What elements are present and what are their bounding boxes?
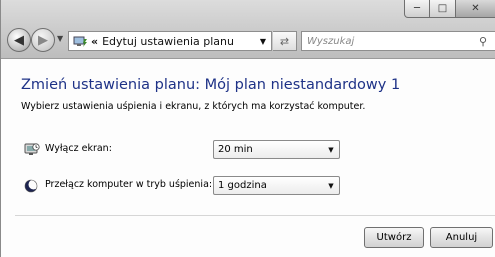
close-button[interactable]: ✕	[456, 0, 495, 18]
window-chrome: ─ □ ✕ ◀ ▶ ▼ « Edytuj ustawienia planu ▼ …	[1, 0, 495, 59]
address-dropdown-icon[interactable]: ▼	[255, 37, 271, 46]
window: ─ □ ✕ ◀ ▶ ▼ « Edytuj ustawienia planu ▼ …	[0, 0, 495, 257]
search-input[interactable]	[302, 34, 479, 48]
chevron-down-icon: ▼	[328, 181, 334, 190]
maximize-button[interactable]: □	[430, 0, 456, 18]
divider	[15, 215, 495, 216]
display-icon	[24, 142, 40, 156]
refresh-icon: ⇄	[279, 34, 290, 48]
breadcrumb-chevron[interactable]: «	[91, 35, 98, 48]
turn-off-display-select[interactable]: 20 min ▼	[213, 140, 340, 159]
sleep-value: 1 godzina	[218, 180, 267, 191]
minimize-icon: ─	[413, 3, 421, 14]
turn-off-display-label: Wyłącz ekran:	[45, 143, 112, 154]
caption-buttons: ─ □ ✕	[404, 0, 495, 18]
refresh-button[interactable]: ⇄	[273, 31, 297, 51]
search-box[interactable]: ⚲	[301, 31, 495, 51]
forward-arrow-icon: ▶	[38, 32, 48, 48]
chevron-down-icon: ▼	[57, 34, 64, 43]
search-icon[interactable]: ⚲	[479, 35, 493, 48]
back-button[interactable]: ◀	[7, 28, 31, 52]
main-content: Zmień ustawienia planu: Mój plan niestan…	[1, 58, 495, 257]
sleep-select[interactable]: 1 godzina ▼	[213, 176, 340, 195]
sleep-moon-icon	[24, 178, 40, 193]
chevron-down-icon: ▼	[328, 145, 334, 154]
back-arrow-icon: ◀	[14, 32, 24, 48]
cancel-button[interactable]: Anuluj	[430, 227, 493, 248]
forward-button[interactable]: ▶	[31, 28, 55, 52]
page-title: Zmień ustawienia planu: Mój plan niestan…	[21, 77, 401, 93]
minimize-button[interactable]: ─	[404, 0, 430, 18]
address-bar[interactable]: « Edytuj ustawienia planu ▼	[68, 31, 272, 51]
maximize-icon: □	[437, 3, 448, 14]
breadcrumb[interactable]: Edytuj ustawienia planu	[102, 35, 255, 48]
power-options-icon	[72, 34, 88, 48]
page-subtitle: Wybierz ustawienia uśpienia i ekranu, z …	[21, 101, 366, 112]
close-icon: ✕	[471, 3, 480, 14]
recent-pages-dropdown[interactable]: ▼	[57, 34, 63, 43]
turn-off-display-value: 20 min	[218, 144, 253, 155]
create-button[interactable]: Utwórz	[364, 227, 424, 248]
sleep-label: Przełącz komputer w tryb uśpienia:	[45, 179, 213, 190]
